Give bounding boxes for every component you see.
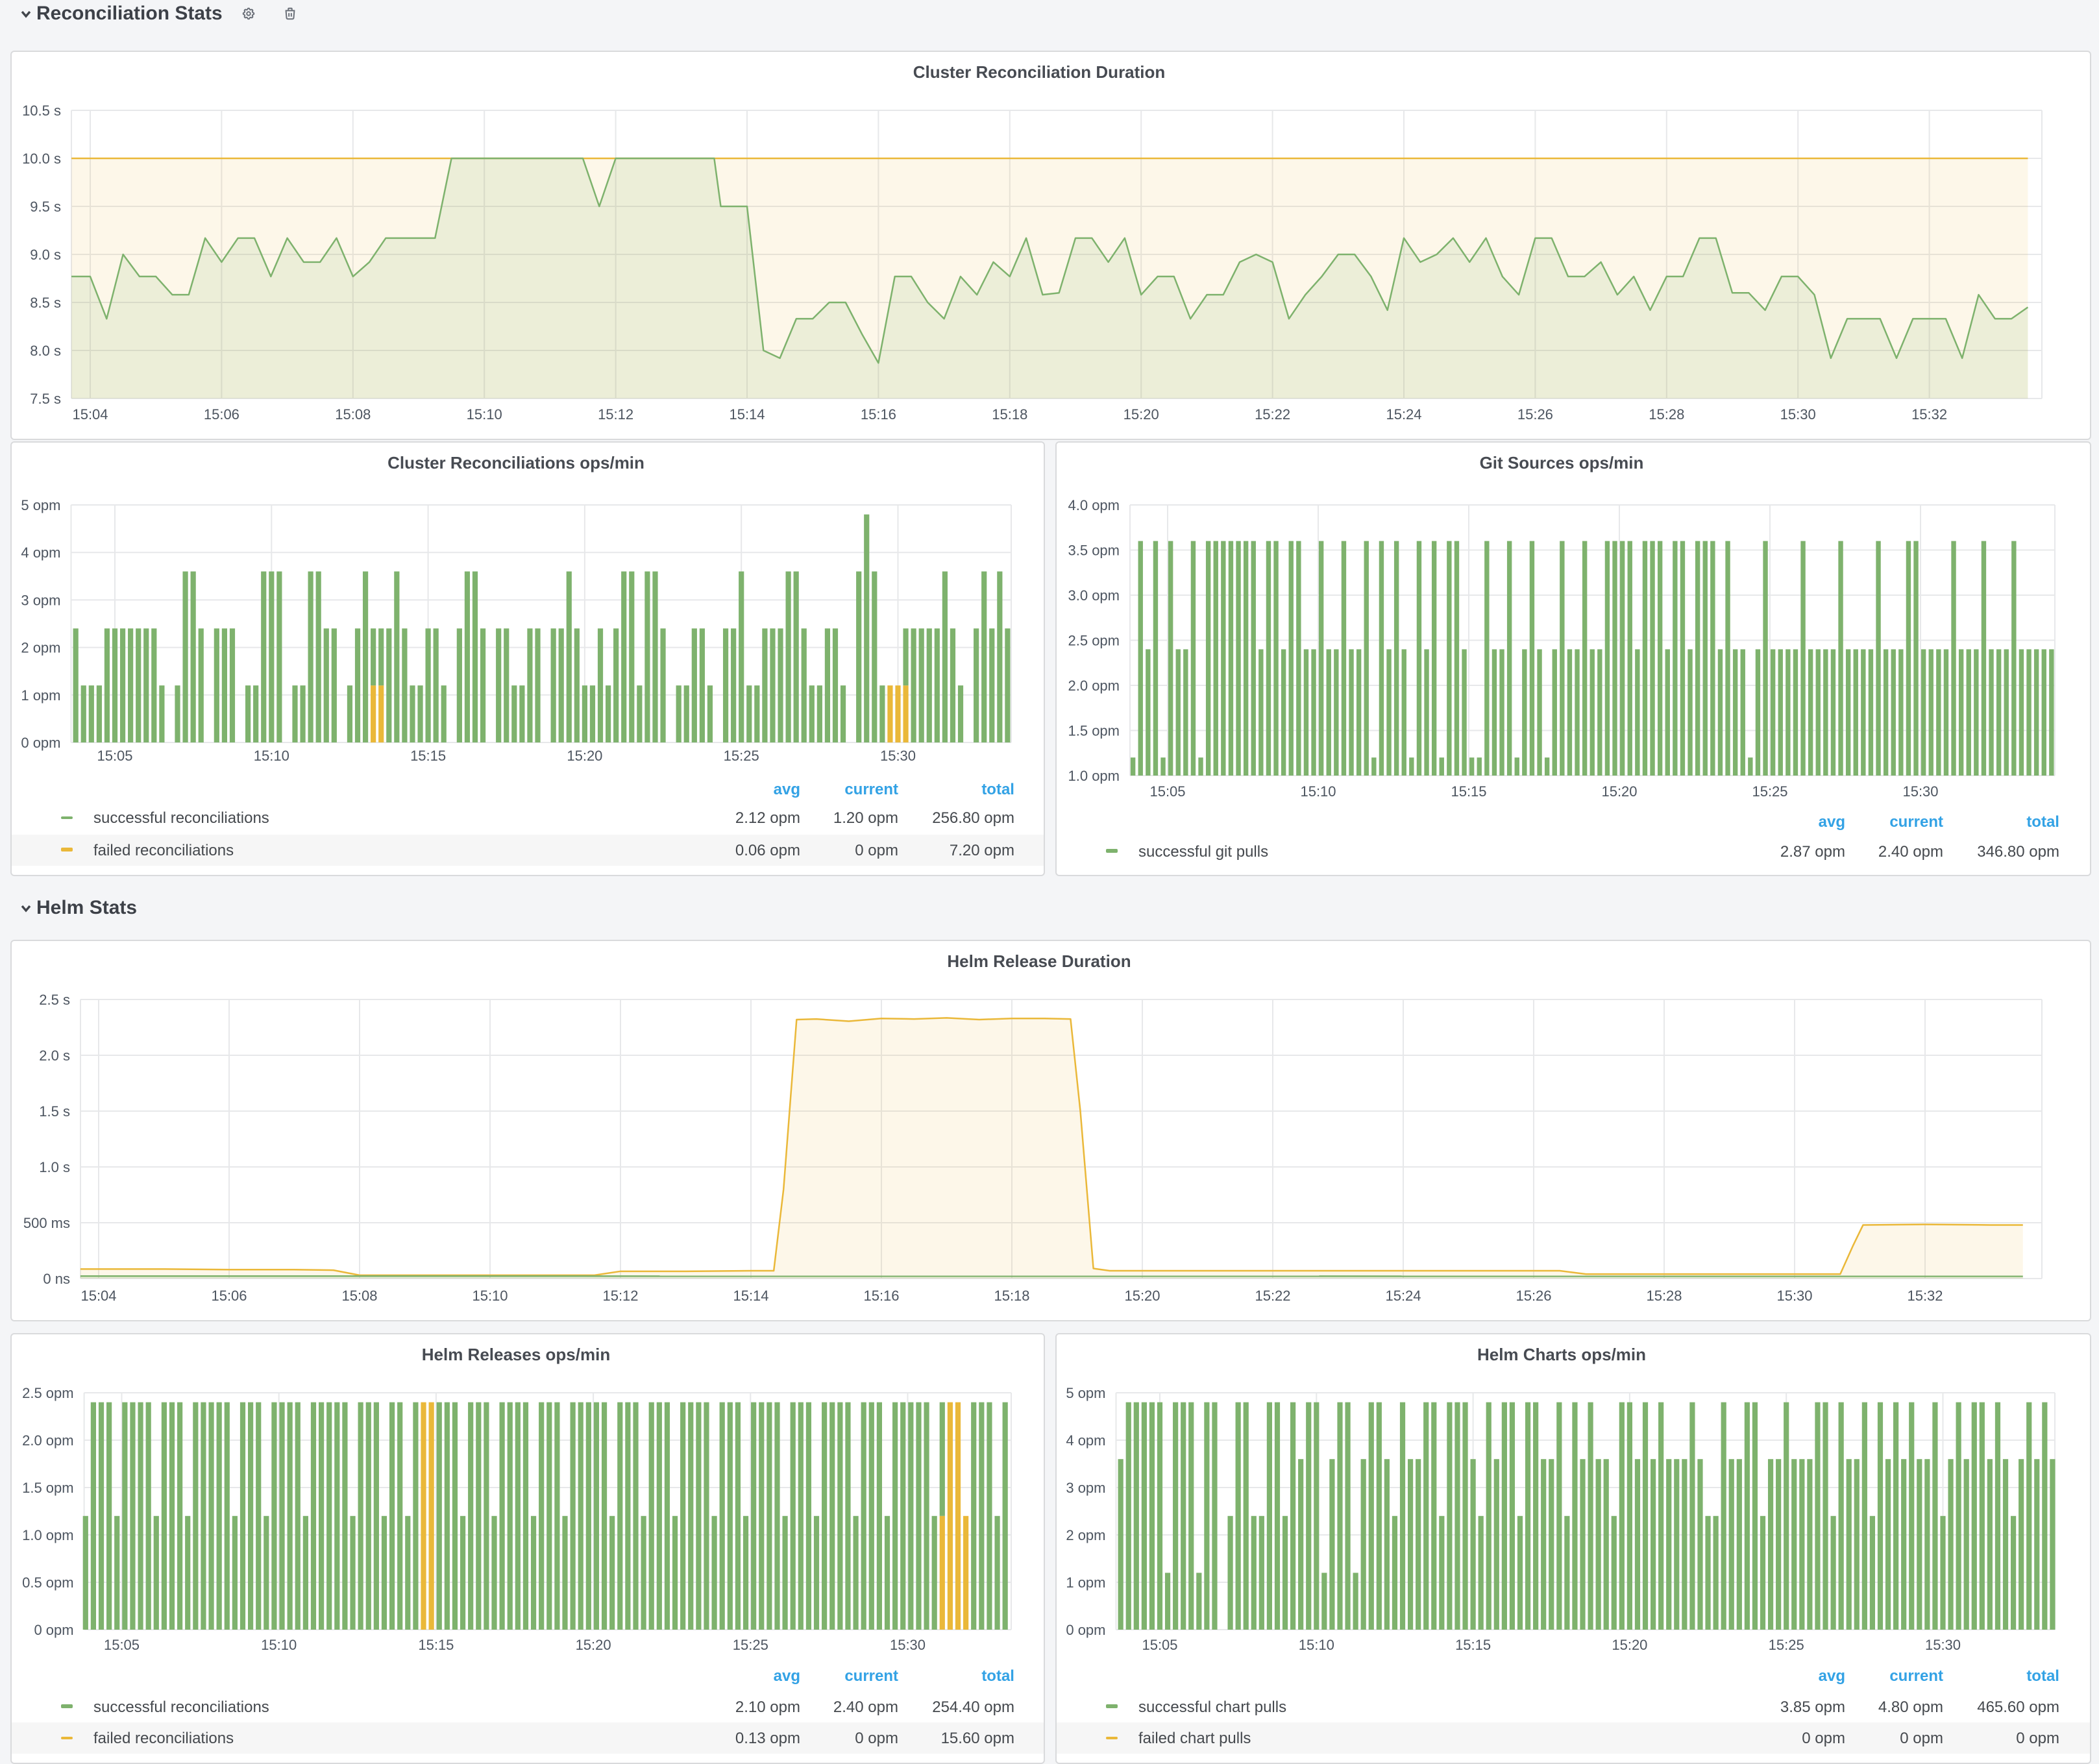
svg-text:4 opm: 4 opm <box>21 545 60 561</box>
svg-text:15:30: 15:30 <box>890 1637 926 1653</box>
svg-text:15:16: 15:16 <box>861 406 896 423</box>
svg-text:1 opm: 1 opm <box>1066 1574 1105 1591</box>
svg-text:9.5 s: 9.5 s <box>30 199 61 215</box>
svg-text:1.5 s: 1.5 s <box>39 1103 70 1119</box>
svg-text:15:30: 15:30 <box>1780 406 1816 423</box>
svg-text:15:15: 15:15 <box>410 748 446 764</box>
svg-text:1 opm: 1 opm <box>21 687 60 704</box>
svg-text:15:28: 15:28 <box>1646 1287 1682 1303</box>
svg-text:2.5 opm: 2.5 opm <box>1068 633 1120 649</box>
svg-text:15:10: 15:10 <box>254 748 289 764</box>
svg-text:15:24: 15:24 <box>1385 1287 1421 1303</box>
svg-text:8.0 s: 8.0 s <box>30 343 61 359</box>
svg-text:15:04: 15:04 <box>72 406 108 423</box>
svg-text:15:06: 15:06 <box>204 406 239 423</box>
svg-text:15:32: 15:32 <box>1911 406 1947 423</box>
svg-text:0 ns: 0 ns <box>43 1270 70 1286</box>
svg-text:3 opm: 3 opm <box>21 592 60 608</box>
svg-text:15:05: 15:05 <box>1142 1637 1177 1653</box>
svg-text:15:15: 15:15 <box>1451 783 1486 800</box>
svg-text:10.0 s: 10.0 s <box>22 151 61 167</box>
svg-text:15:20: 15:20 <box>1123 406 1159 423</box>
svg-text:8.5 s: 8.5 s <box>30 295 61 311</box>
svg-text:2.5 opm: 2.5 opm <box>22 1385 74 1401</box>
svg-text:15:10: 15:10 <box>1300 783 1336 800</box>
svg-text:7.5 s: 7.5 s <box>30 391 61 407</box>
svg-text:0 opm: 0 opm <box>21 735 60 751</box>
svg-text:4 opm: 4 opm <box>1066 1432 1105 1449</box>
svg-text:15:16: 15:16 <box>863 1287 899 1303</box>
svg-text:10.5 s: 10.5 s <box>22 103 61 119</box>
svg-text:15:18: 15:18 <box>994 1287 1029 1303</box>
svg-text:15:08: 15:08 <box>341 1287 377 1303</box>
svg-text:15:20: 15:20 <box>576 1637 611 1653</box>
svg-text:500 ms: 500 ms <box>23 1214 70 1231</box>
svg-text:15:12: 15:12 <box>598 406 633 423</box>
svg-text:2 opm: 2 opm <box>1066 1527 1105 1543</box>
svg-text:1.0 opm: 1.0 opm <box>22 1527 74 1543</box>
svg-text:2.0 opm: 2.0 opm <box>22 1432 74 1449</box>
svg-text:15:20: 15:20 <box>1612 1637 1647 1653</box>
svg-text:1.0 s: 1.0 s <box>39 1158 70 1175</box>
svg-text:15:24: 15:24 <box>1386 406 1421 423</box>
svg-text:15:10: 15:10 <box>261 1637 297 1653</box>
svg-text:15:04: 15:04 <box>80 1287 116 1303</box>
svg-text:1.0 opm: 1.0 opm <box>1068 768 1120 784</box>
svg-text:15:25: 15:25 <box>1769 1637 1804 1653</box>
svg-text:2 opm: 2 opm <box>21 640 60 656</box>
svg-text:0 opm: 0 opm <box>1066 1622 1105 1638</box>
svg-text:15:10: 15:10 <box>472 1287 508 1303</box>
svg-text:15:20: 15:20 <box>1124 1287 1160 1303</box>
svg-text:15:05: 15:05 <box>1149 783 1185 800</box>
svg-text:0.5 opm: 0.5 opm <box>22 1574 74 1591</box>
svg-text:15:22: 15:22 <box>1255 1287 1290 1303</box>
svg-text:15:30: 15:30 <box>880 748 916 764</box>
svg-text:15:32: 15:32 <box>1907 1287 1943 1303</box>
svg-text:1.5 opm: 1.5 opm <box>22 1480 74 1496</box>
svg-text:15:05: 15:05 <box>97 748 132 764</box>
svg-text:15:30: 15:30 <box>1925 1637 1961 1653</box>
svg-text:5 opm: 5 opm <box>1066 1385 1105 1401</box>
svg-text:15:26: 15:26 <box>1516 1287 1551 1303</box>
svg-text:2.0 opm: 2.0 opm <box>1068 678 1120 694</box>
svg-text:15:06: 15:06 <box>211 1287 247 1303</box>
svg-text:15:20: 15:20 <box>567 748 602 764</box>
svg-text:15:25: 15:25 <box>1752 783 1787 800</box>
svg-text:5 opm: 5 opm <box>21 497 60 513</box>
svg-text:15:14: 15:14 <box>733 1287 768 1303</box>
svg-text:1.5 opm: 1.5 opm <box>1068 723 1120 739</box>
svg-text:15:10: 15:10 <box>1299 1637 1334 1653</box>
svg-text:15:25: 15:25 <box>733 1637 768 1653</box>
svg-text:15:14: 15:14 <box>729 406 765 423</box>
svg-text:15:28: 15:28 <box>1649 406 1684 423</box>
svg-text:15:18: 15:18 <box>992 406 1027 423</box>
svg-text:3 opm: 3 opm <box>1066 1480 1105 1496</box>
svg-text:4.0 opm: 4.0 opm <box>1068 497 1120 513</box>
svg-text:9.0 s: 9.0 s <box>30 247 61 263</box>
svg-text:15:08: 15:08 <box>335 406 371 423</box>
svg-text:15:22: 15:22 <box>1255 406 1290 423</box>
svg-text:15:10: 15:10 <box>467 406 502 423</box>
svg-text:15:05: 15:05 <box>104 1637 140 1653</box>
svg-text:0 opm: 0 opm <box>34 1622 73 1638</box>
svg-text:15:12: 15:12 <box>602 1287 638 1303</box>
svg-text:15:26: 15:26 <box>1517 406 1553 423</box>
svg-text:15:30: 15:30 <box>1902 783 1938 800</box>
svg-text:3.0 opm: 3.0 opm <box>1068 587 1120 604</box>
svg-text:15:15: 15:15 <box>418 1637 454 1653</box>
svg-text:2.0 s: 2.0 s <box>39 1047 70 1063</box>
svg-text:15:25: 15:25 <box>724 748 759 764</box>
svg-text:15:30: 15:30 <box>1776 1287 1812 1303</box>
svg-text:2.5 s: 2.5 s <box>39 991 70 1007</box>
svg-text:15:20: 15:20 <box>1601 783 1637 800</box>
svg-text:15:15: 15:15 <box>1455 1637 1491 1653</box>
svg-text:3.5 opm: 3.5 opm <box>1068 543 1120 559</box>
